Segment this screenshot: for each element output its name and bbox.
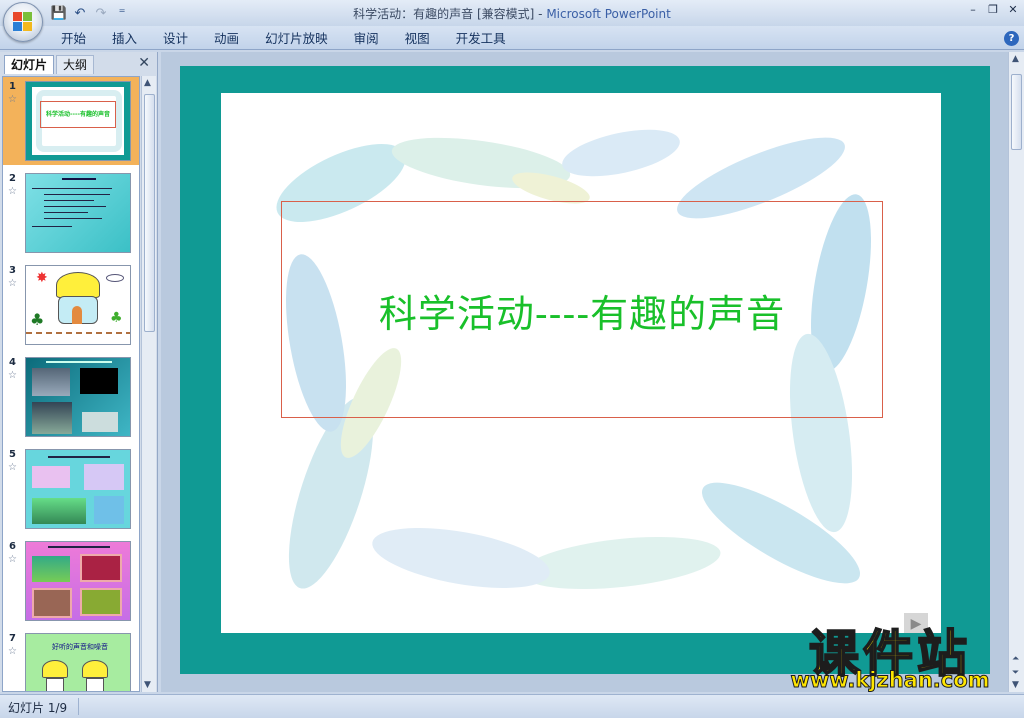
tab-home[interactable]: 开始: [48, 30, 99, 48]
thumbnail-title: 科学活动----有趣的声音: [46, 111, 110, 118]
watermark-url: www.kjzhan.com: [790, 668, 990, 693]
slide-thumbnail-6[interactable]: 6 ☆: [3, 537, 139, 625]
slide-title[interactable]: 科学活动----有趣的声音: [281, 283, 883, 338]
slide-thumbnail-5[interactable]: 5 ☆: [3, 445, 139, 533]
slide-editing-area: 科学活动----有趣的声音 ▶: [161, 52, 1008, 692]
main-scrollbar[interactable]: ▲ ⏶ ⏷ ▼: [1008, 52, 1024, 692]
animation-star-icon: ☆: [8, 554, 17, 565]
minimize-button[interactable]: –: [966, 3, 980, 16]
slide-thumbnail-2[interactable]: 2 ☆: [3, 169, 139, 257]
tab-outline[interactable]: 大纲: [56, 55, 95, 74]
ribbon-bar: 开始 插入 设计 动画 幻灯片放映 审阅 视图 开发工具 ?: [0, 26, 1024, 50]
thumbnail-scrollbar[interactable]: ▲ ▼: [141, 76, 156, 692]
office-logo-icon: [13, 12, 33, 32]
slide-preview: ✸ ♣ ♣: [25, 265, 131, 345]
slide-preview: 好听的声音和噪音: [25, 633, 131, 691]
slide-preview: [25, 173, 131, 253]
close-pane-icon[interactable]: ✕: [138, 55, 150, 71]
slide-preview: [25, 541, 131, 621]
slide-number: 4: [9, 357, 16, 368]
animation-star-icon: ☆: [8, 278, 17, 289]
scroll-down-icon[interactable]: ▼: [1012, 680, 1019, 690]
pane-tabs: 幻灯片 大纲 ✕: [2, 54, 156, 74]
tab-design[interactable]: 设计: [150, 30, 201, 48]
slide-number: 5: [9, 449, 16, 460]
slide-thumbnail-list: 1 ☆ 科学活动----有趣的声音 2 ☆ 3 ☆ ✸ ♣ ♣ 4 ☆ 5 ☆ …: [2, 76, 140, 692]
ribbon-tabs: 开始 插入 设计 动画 幻灯片放映 审阅 视图 开发工具: [48, 30, 519, 48]
tab-slides[interactable]: 幻灯片: [4, 55, 55, 74]
next-slide-icon[interactable]: ⏷: [1012, 668, 1019, 678]
animation-star-icon: ☆: [8, 462, 17, 473]
tab-developer[interactable]: 开发工具: [443, 30, 519, 48]
close-window-button[interactable]: ✕: [1006, 3, 1020, 16]
app-name: Microsoft PowerPoint: [546, 7, 671, 21]
restore-button[interactable]: ❐: [986, 3, 1000, 16]
office-button[interactable]: [3, 2, 43, 42]
slide-canvas: 科学活动----有趣的声音 ▶: [221, 93, 941, 633]
current-slide[interactable]: 科学活动----有趣的声音 ▶: [180, 66, 990, 674]
tab-animations[interactable]: 动画: [201, 30, 252, 48]
tab-insert[interactable]: 插入: [99, 30, 150, 48]
previous-slide-icon[interactable]: ⏶: [1012, 654, 1019, 664]
slide-preview: [25, 357, 131, 437]
status-bar: 幻灯片 1/9: [0, 694, 1024, 718]
slide-number: 6: [9, 541, 16, 552]
slide-preview: 科学活动----有趣的声音: [25, 81, 131, 161]
tab-view[interactable]: 视图: [392, 30, 443, 48]
slide-thumbnail-7[interactable]: 7 ☆ 好听的声音和噪音: [3, 629, 139, 691]
animation-star-icon: ☆: [8, 370, 17, 381]
animation-star-icon: ☆: [8, 646, 17, 657]
tab-slideshow[interactable]: 幻灯片放映: [252, 30, 341, 48]
scroll-down-icon[interactable]: ▼: [144, 680, 151, 690]
slide-preview: [25, 449, 131, 529]
scroll-up-icon[interactable]: ▲: [144, 78, 151, 88]
scrollbar-thumb[interactable]: [144, 94, 155, 332]
watermark-logo: 课件站 www.kjzhan.com: [772, 614, 1008, 694]
scrollbar-thumb[interactable]: [1011, 74, 1022, 150]
slide-number: 7: [9, 633, 16, 644]
thumbnail-title: 好听的声音和噪音: [52, 643, 108, 651]
slide-thumbnail-3[interactable]: 3 ☆ ✸ ♣ ♣: [3, 261, 139, 349]
title-bar: 💾 ↶ ↷ ⁼ 科学活动：有趣的声音 [兼容模式] - Microsoft Po…: [0, 0, 1024, 26]
document-title: 科学活动：有趣的声音 [兼容模式]: [353, 7, 535, 21]
animation-star-icon: ☆: [8, 186, 17, 197]
slides-pane: 幻灯片 大纲 ✕ 1 ☆ 科学活动----有趣的声音 2 ☆ 3 ☆ ✸ ♣ ♣…: [0, 52, 158, 692]
window-title: 科学活动：有趣的声音 [兼容模式] - Microsoft PowerPoint: [353, 7, 671, 21]
status-divider: [78, 698, 79, 715]
slide-thumbnail-4[interactable]: 4 ☆: [3, 353, 139, 441]
window-controls: – ❐ ✕: [966, 3, 1020, 16]
tab-review[interactable]: 审阅: [341, 30, 392, 48]
slide-indicator: 幻灯片 1/9: [8, 701, 68, 715]
animation-star-icon: ☆: [8, 94, 17, 105]
slide-number: 1: [9, 81, 16, 92]
slide-number: 3: [9, 265, 16, 276]
slide-thumbnail-1[interactable]: 1 ☆ 科学活动----有趣的声音: [3, 77, 139, 165]
slide-number: 2: [9, 173, 16, 184]
help-icon[interactable]: ?: [1004, 31, 1019, 46]
scroll-up-icon[interactable]: ▲: [1012, 54, 1019, 64]
